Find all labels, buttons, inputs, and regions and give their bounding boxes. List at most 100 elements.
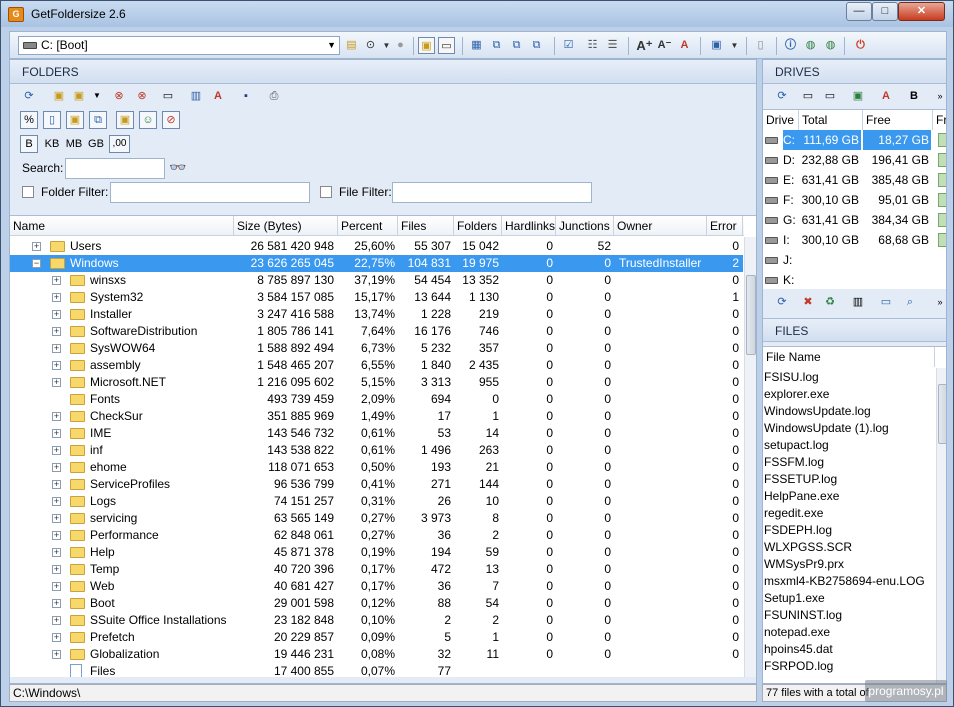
binoculars-icon[interactable]: 👓 bbox=[169, 159, 186, 176]
chevron-down-icon[interactable]: ▼ bbox=[726, 37, 743, 54]
expand-icon[interactable]: + bbox=[52, 310, 61, 319]
file-list-item[interactable]: FSDEPH.log bbox=[764, 522, 832, 539]
collapse-icon[interactable]: − bbox=[32, 259, 41, 268]
file-view-icon[interactable]: ▯ bbox=[43, 111, 61, 129]
table-row[interactable]: + Performance 62 848 061 0,27% 36 2 0 0 0 bbox=[10, 527, 743, 544]
file-list-item[interactable]: regedit.exe bbox=[764, 505, 823, 522]
expand-icon[interactable]: + bbox=[52, 293, 61, 302]
file-list-item[interactable]: HelpPane.exe bbox=[764, 488, 839, 505]
percent-icon[interactable]: % bbox=[20, 111, 38, 129]
table-row[interactable]: + CheckSur 351 885 969 1,49% 17 1 0 0 0 bbox=[10, 408, 743, 425]
table-row[interactable]: + SoftwareDistribution 1 805 786 141 7,64% 1… bbox=[10, 323, 743, 340]
window-icon[interactable]: ▭ bbox=[159, 87, 177, 105]
refresh-icon[interactable]: ⟳ bbox=[773, 293, 791, 311]
expand-icon[interactable]: + bbox=[52, 378, 61, 387]
file-list-item[interactable]: WindowsUpdate (1).log bbox=[764, 420, 889, 437]
file-list-item[interactable]: WMSysPr9.prx bbox=[764, 556, 844, 573]
column-header-name[interactable]: Name bbox=[10, 216, 234, 236]
file-list-item[interactable]: WindowsUpdate.log bbox=[764, 403, 871, 420]
drive-view-icon[interactable]: ▭ bbox=[438, 37, 455, 54]
print-icon[interactable]: ⎙ bbox=[265, 87, 283, 105]
unit-mb-button[interactable]: MB bbox=[64, 135, 84, 153]
expand-icon[interactable]: + bbox=[52, 497, 61, 506]
junction-icon[interactable]: ▣ bbox=[116, 111, 134, 129]
file-filter-input[interactable] bbox=[392, 182, 592, 203]
expand-icon[interactable]: + bbox=[52, 344, 61, 353]
tree-icon[interactable]: ☷ bbox=[584, 37, 601, 54]
drive-row[interactable]: G: 631,41 GB 384,34 GB bbox=[763, 210, 946, 230]
table-row[interactable]: + inf 143 538 822 0,61% 1 496 263 0 0 0 bbox=[10, 442, 743, 459]
file-list-item[interactable]: FSRPOD.log bbox=[764, 658, 833, 675]
more-icon[interactable]: » bbox=[931, 293, 946, 311]
font-smaller-icon[interactable]: A⁻ bbox=[656, 37, 673, 54]
font-color-icon[interactable]: A bbox=[877, 87, 895, 105]
expand-icon[interactable]: + bbox=[52, 276, 61, 285]
delete-folder-icon[interactable]: ⊗ bbox=[110, 87, 128, 105]
file-list-item[interactable]: FSISU.log bbox=[764, 369, 819, 386]
column-header-file-name[interactable]: File Name bbox=[763, 347, 935, 367]
unit-kb-button[interactable]: KB bbox=[42, 135, 62, 153]
expand-icon[interactable]: + bbox=[52, 361, 61, 370]
decimals-button[interactable]: ,00 bbox=[109, 135, 130, 153]
drive-row[interactable]: D: 232,88 GB 196,41 GB bbox=[763, 150, 946, 170]
table-row[interactable]: − Windows 23 626 265 045 22,75% 104 831 19 97… bbox=[10, 255, 743, 272]
search-input[interactable] bbox=[65, 158, 165, 179]
power-icon[interactable]: ⏻ bbox=[852, 37, 869, 54]
close-button[interactable]: ✕ bbox=[898, 2, 945, 21]
file-list-item[interactable]: FSSFM.log bbox=[764, 454, 824, 471]
expand-icon[interactable]: + bbox=[52, 548, 61, 557]
scan-folder-icon[interactable]: ▤ bbox=[343, 37, 360, 54]
folder-view-icon[interactable]: ▣ bbox=[418, 37, 435, 54]
refresh-icon[interactable]: ⟳ bbox=[773, 87, 791, 105]
file-list-item[interactable]: FSSETUP.log bbox=[764, 471, 837, 488]
expand-icon[interactable]: + bbox=[52, 480, 61, 489]
expand-icon[interactable]: + bbox=[52, 446, 61, 455]
file-list-item[interactable]: notepad.exe bbox=[764, 624, 830, 641]
column-header-free-percent[interactable]: Fr bbox=[933, 110, 946, 130]
column-header-size[interactable]: Size (Bytes) bbox=[234, 216, 338, 236]
export-icon[interactable]: ⧉ bbox=[528, 37, 545, 54]
unit-bytes-button[interactable]: B bbox=[20, 135, 38, 153]
column-header-drive[interactable]: Drive bbox=[763, 110, 799, 130]
stop-icon[interactable]: ● bbox=[392, 37, 409, 54]
table-row[interactable]: + Temp 40 720 396 0,17% 472 13 0 0 0 bbox=[10, 561, 743, 578]
table-row[interactable]: + System32 3 584 157 085 15,17% 13 644 1 130 0… bbox=[10, 289, 743, 306]
table-row[interactable]: + ServiceProfiles 96 536 799 0,41% 271 144 0 0 0 bbox=[10, 476, 743, 493]
delete-file-icon[interactable]: ✖ bbox=[799, 293, 817, 311]
expand-icon[interactable]: + bbox=[52, 616, 61, 625]
table-row[interactable]: + Globalization 19 446 231 0,08% 32 11 0 0 0 bbox=[10, 646, 743, 663]
table-row[interactable]: + Microsoft.NET 1 216 095 602 5,15% 3 313 955… bbox=[10, 374, 743, 391]
drive-settings-icon[interactable]: ▭ bbox=[821, 87, 839, 105]
column-header-files[interactable]: Files bbox=[398, 216, 454, 236]
preview-icon[interactable]: ⌕ bbox=[901, 293, 919, 311]
drive-row[interactable]: K: bbox=[763, 270, 946, 290]
more-icon[interactable]: » bbox=[931, 87, 946, 105]
scrollbar-thumb[interactable] bbox=[746, 275, 756, 355]
expand-icon[interactable]: + bbox=[52, 463, 61, 472]
font-larger-icon[interactable]: A⁺ bbox=[636, 37, 653, 54]
table-row[interactable]: + Installer 3 247 416 588 13,74% 1 228 219 0 0 0 bbox=[10, 306, 743, 323]
drive-row[interactable]: F: 300,10 GB 95,01 GB bbox=[763, 190, 946, 210]
window-icon[interactable]: ▭ bbox=[877, 293, 895, 311]
table-row[interactable]: + IME 143 546 732 0,61% 53 14 0 0 0 bbox=[10, 425, 743, 442]
table-row[interactable]: + Boot 29 001 598 0,12% 88 54 0 0 0 bbox=[10, 595, 743, 612]
file-list-item[interactable]: FSUNINST.log bbox=[764, 607, 842, 624]
table-row[interactable]: + assembly 1 548 465 207 6,55% 1 840 2 435 0 0 0 bbox=[10, 357, 743, 374]
scrollbar-thumb[interactable] bbox=[938, 384, 946, 444]
file-list-item[interactable]: explorer.exe bbox=[764, 386, 829, 403]
file-list-item[interactable]: Setup1.exe bbox=[764, 590, 825, 607]
table-row[interactable]: Files 17 400 855 0,07% 77 bbox=[10, 663, 743, 677]
expand-icon[interactable]: ⧉ bbox=[488, 37, 505, 54]
table-row[interactable]: + Logs 74 151 257 0,31% 26 10 0 0 0 bbox=[10, 493, 743, 510]
column-header-hardlinks[interactable]: Hardlinks bbox=[502, 216, 556, 236]
list-icon[interactable]: ☰ bbox=[604, 37, 621, 54]
column-header-folders[interactable]: Folders bbox=[454, 216, 502, 236]
checklist-icon[interactable]: ☑ bbox=[560, 37, 577, 54]
expand-icon[interactable]: + bbox=[52, 565, 61, 574]
table-row[interactable]: + Prefetch 20 229 857 0,09% 5 1 0 0 0 bbox=[10, 629, 743, 646]
table-row[interactable]: + SysWOW64 1 588 892 494 6,73% 5 232 357 0 0 0 bbox=[10, 340, 743, 357]
columns-icon[interactable]: ▥ bbox=[187, 87, 205, 105]
minimize-button[interactable]: — bbox=[846, 2, 872, 21]
file-filter-checkbox[interactable] bbox=[320, 186, 332, 198]
font-color-icon[interactable]: A bbox=[209, 87, 227, 105]
